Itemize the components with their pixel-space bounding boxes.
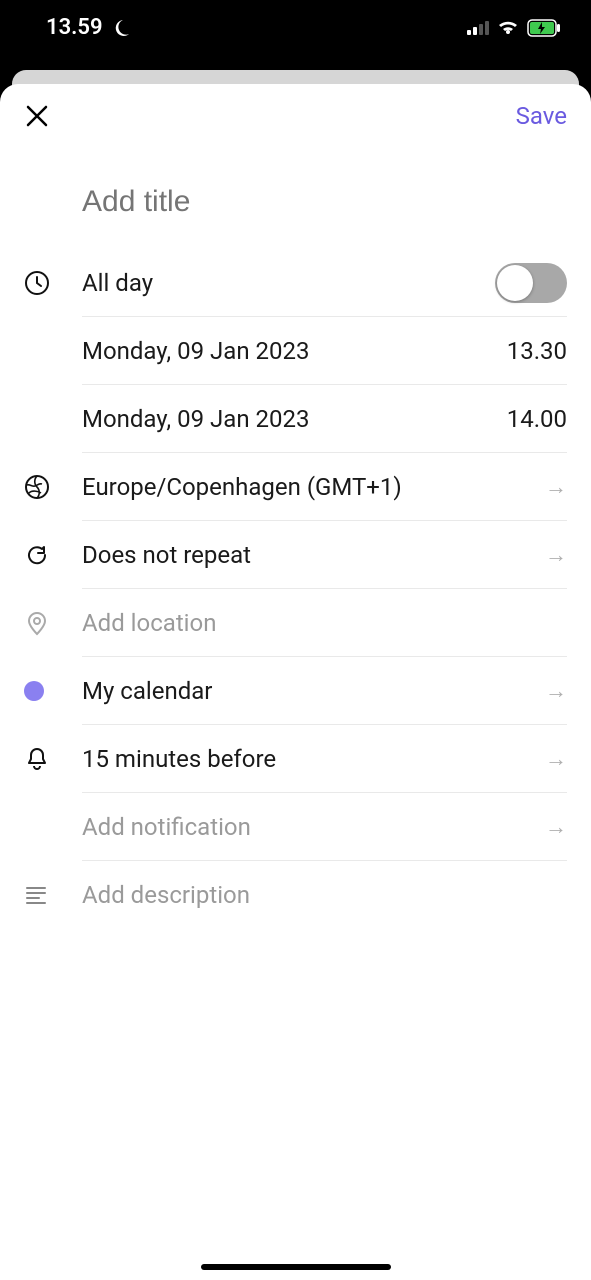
add-notification-row[interactable]: Add notification → — [0, 793, 591, 861]
battery-icon — [527, 19, 561, 37]
arrow-right-icon: → — [545, 678, 567, 704]
end-date: Monday, 09 Jan 2023 — [82, 405, 309, 433]
arrow-right-icon: → — [545, 542, 567, 568]
home-indicator[interactable] — [201, 1264, 391, 1270]
location-row[interactable]: Add location — [0, 589, 591, 657]
calendar-row[interactable]: My calendar → — [0, 657, 591, 725]
repeat-row[interactable]: Does not repeat → — [0, 521, 591, 589]
description-placeholder: Add description — [82, 881, 250, 909]
start-date: Monday, 09 Jan 2023 — [82, 337, 309, 365]
title-input[interactable] — [0, 130, 591, 249]
arrow-right-icon: → — [545, 474, 567, 500]
status-time: 13.59 — [46, 15, 103, 40]
start-time: 13.30 — [507, 337, 567, 365]
close-button[interactable] — [24, 103, 50, 129]
repeat-icon — [24, 542, 82, 568]
repeat-label: Does not repeat — [82, 541, 251, 569]
timezone-row[interactable]: Europe/Copenhagen (GMT+1) → — [0, 453, 591, 521]
end-time: 14.00 — [507, 405, 567, 433]
location-placeholder: Add location — [82, 609, 216, 637]
signal-icon — [467, 20, 489, 35]
clock-icon — [24, 270, 82, 296]
description-row[interactable]: Add description — [0, 861, 591, 929]
arrow-right-icon: → — [545, 746, 567, 772]
globe-icon — [24, 474, 82, 500]
location-icon — [24, 610, 82, 636]
wifi-icon — [497, 20, 519, 36]
calendar-color-icon — [24, 681, 44, 701]
allday-toggle[interactable] — [495, 263, 567, 303]
end-row[interactable]: Monday, 09 Jan 2023 14.00 — [0, 385, 591, 453]
status-right — [467, 19, 561, 37]
allday-label: All day — [82, 269, 153, 297]
arrow-right-icon: → — [545, 814, 567, 840]
allday-row[interactable]: All day — [0, 249, 591, 317]
bell-icon — [24, 746, 82, 772]
notification-label: 15 minutes before — [82, 745, 276, 773]
timezone-label: Europe/Copenhagen (GMT+1) — [82, 473, 402, 501]
add-notification-label: Add notification — [82, 813, 251, 841]
status-bar: 13.59 — [0, 0, 591, 55]
save-button[interactable]: Save — [516, 102, 567, 130]
start-row[interactable]: Monday, 09 Jan 2023 13.30 — [0, 317, 591, 385]
calendar-label: My calendar — [82, 677, 212, 705]
event-sheet: Save All day Monday, 09 Jan 2023 13.30 M… — [0, 84, 591, 1280]
moon-icon — [111, 18, 131, 38]
description-icon — [24, 883, 82, 907]
notification-row[interactable]: 15 minutes before → — [0, 725, 591, 793]
